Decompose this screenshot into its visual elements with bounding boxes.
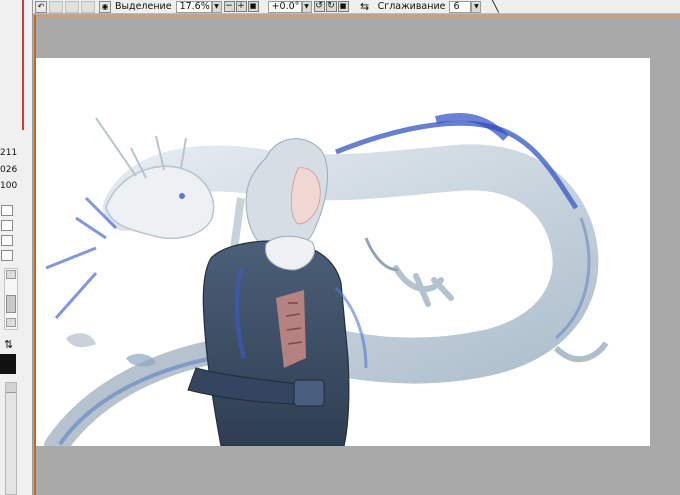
app-window: 211 026 100 ⇅ ↶ ◉ Выделение 17.6% ▼ − + … bbox=[0, 0, 680, 495]
flip-icon[interactable]: ⇆ bbox=[358, 0, 372, 13]
foreground-color-swatch[interactable] bbox=[0, 354, 16, 374]
eye-icon[interactable]: ◉ bbox=[99, 0, 111, 13]
zoom-in-button[interactable]: + bbox=[235, 1, 247, 12]
drawing-canvas[interactable] bbox=[36, 58, 650, 446]
swap-colors-icon[interactable]: ⇅ bbox=[4, 338, 13, 351]
smoothing-field[interactable]: 6 bbox=[449, 0, 472, 13]
smoothing-dropdown[interactable]: ▼ bbox=[471, 0, 482, 13]
rotation-reset-button[interactable]: ■ bbox=[337, 1, 349, 12]
zoom-out-button[interactable]: − bbox=[223, 1, 235, 12]
scroll-up-button[interactable] bbox=[6, 270, 16, 279]
left-panel: 211 026 100 ⇅ bbox=[0, 0, 33, 495]
color-value-1: 211 bbox=[0, 148, 18, 158]
toolbar-button[interactable] bbox=[81, 0, 95, 13]
option-checkbox[interactable] bbox=[1, 235, 13, 246]
zoom-dropdown[interactable]: ▼ bbox=[211, 0, 222, 13]
smoothing-label: Сглаживание bbox=[377, 1, 446, 12]
zoom-field[interactable]: 17.6% bbox=[175, 0, 212, 13]
selection-label: Выделение bbox=[115, 1, 172, 12]
option-checkbox[interactable] bbox=[1, 220, 13, 231]
artwork-dragon-and-figure bbox=[44, 113, 609, 446]
toolbar-button[interactable] bbox=[49, 0, 63, 13]
panel-scrollbar[interactable] bbox=[4, 268, 18, 330]
rotation-dropdown[interactable]: ▼ bbox=[301, 0, 312, 13]
line-tool-icon[interactable]: ╲ bbox=[487, 0, 503, 13]
lower-panel-scrollbar[interactable] bbox=[5, 382, 17, 495]
workspace-border bbox=[34, 15, 680, 17]
panel-divider bbox=[22, 0, 24, 130]
toolbar-button[interactable] bbox=[65, 0, 79, 13]
color-value-3: 100 bbox=[0, 181, 18, 191]
option-checkbox[interactable] bbox=[1, 250, 13, 261]
color-value-2: 026 bbox=[0, 165, 18, 175]
rotate-cw-icon[interactable]: ↻ bbox=[325, 1, 337, 12]
undo-icon[interactable]: ↶ bbox=[35, 0, 47, 13]
zoom-reset-button[interactable]: ■ bbox=[247, 1, 259, 12]
rotate-ccw-icon[interactable]: ↺ bbox=[313, 1, 325, 12]
scroll-down-button[interactable] bbox=[6, 318, 16, 327]
option-checkbox[interactable] bbox=[1, 205, 13, 216]
scroll-thumb[interactable] bbox=[6, 295, 16, 313]
scroll-up-button[interactable] bbox=[6, 383, 16, 393]
view-toolbar: ↶ ◉ Выделение 17.6% ▼ − + ■ +0.0° ▼ ↺ ↻ … bbox=[33, 0, 680, 14]
rotation-field[interactable]: +0.0° bbox=[267, 0, 302, 13]
